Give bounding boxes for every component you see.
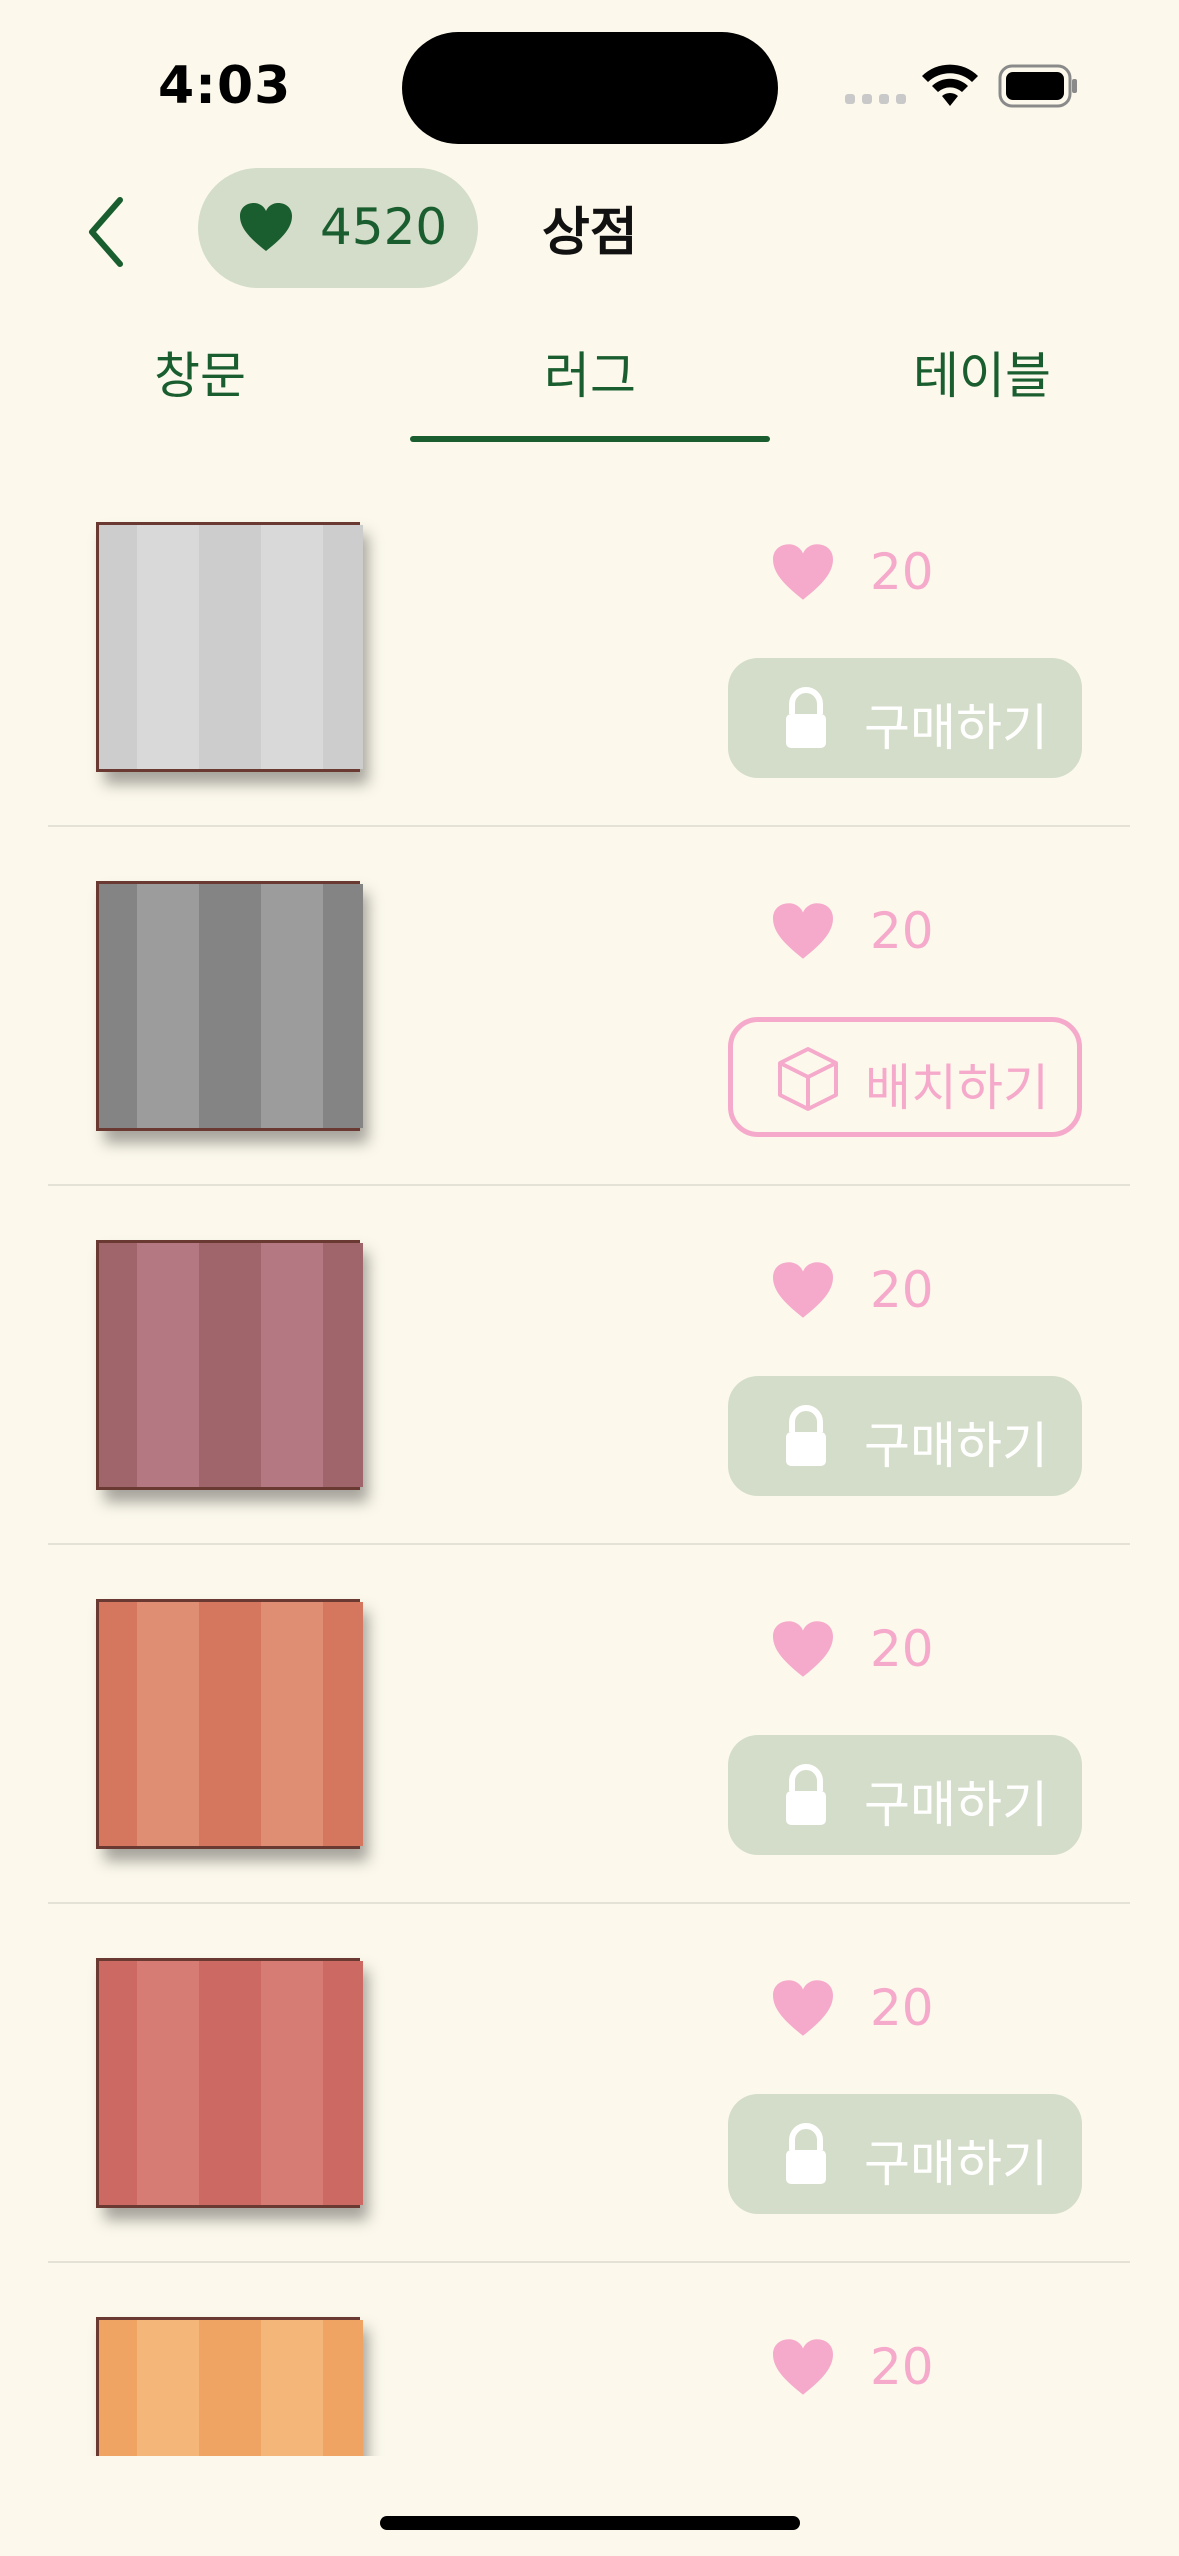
tab-table[interactable]: 테이블 (913, 336, 1051, 408)
rug-stripe (323, 1243, 363, 1487)
battery-icon (998, 64, 1077, 108)
item-price: 20 (770, 2337, 934, 2397)
rug-stripe (323, 884, 363, 1128)
dynamic-island (402, 32, 778, 144)
list-item: 20 구매하기 (48, 1545, 1130, 1904)
heart-icon (773, 544, 833, 600)
hearts-balance: 4520 (198, 168, 478, 288)
price-value: 20 (870, 2338, 934, 2396)
rug-preview (96, 522, 363, 772)
rug-stripe (99, 884, 137, 1128)
rug-preview (96, 1599, 363, 1849)
list-item: 20 구매하기 (48, 1904, 1130, 2263)
tab-selected-indicator (410, 436, 770, 442)
buy-button-label: 구매하기 (864, 2135, 1048, 2193)
wifi-icon (922, 64, 978, 106)
list-item: 20 구매하기 (48, 1186, 1130, 1545)
buy-button-label: 구매하기 (864, 1417, 1048, 1475)
rug-stripe (199, 1602, 261, 1846)
item-list[interactable]: 20 구매하기 20 배치하기 20 구매하기 20 구매하기 20 구매하기 … (48, 468, 1130, 2456)
place-button-label: 배치하기 (865, 1059, 1049, 1117)
rug-preview (96, 881, 363, 1131)
item-price: 20 (770, 1978, 934, 2038)
tab-window[interactable]: 창문 (154, 336, 246, 408)
cellular-signal-icon (845, 94, 906, 104)
price-value: 20 (870, 543, 934, 601)
item-price: 20 (770, 542, 934, 602)
buy-button-label: 구매하기 (864, 699, 1048, 757)
rug-preview (96, 1958, 363, 2208)
rug-stripe (199, 884, 261, 1128)
list-item: 20 구매하기 (48, 468, 1130, 827)
rug-stripe (199, 1243, 261, 1487)
lock-icon (786, 2123, 826, 2184)
heart-icon (773, 2339, 833, 2395)
heart-icon (773, 1980, 833, 2036)
item-price: 20 (770, 1260, 934, 1320)
price-value: 20 (870, 1620, 934, 1678)
rug-stripe (99, 1961, 137, 2205)
lock-icon (786, 687, 826, 748)
heart-icon (773, 903, 833, 959)
rug-preview (96, 2317, 363, 2456)
cube-icon (778, 1047, 838, 1111)
status-bar: 4:03 (0, 0, 1179, 160)
buy-button[interactable]: 구매하기 (728, 1376, 1082, 1496)
rug-stripe (99, 525, 137, 769)
tab-bar: 창문 러그 테이블 (0, 300, 1179, 450)
rug-stripe (323, 2320, 363, 2456)
rug-stripe (99, 2320, 137, 2456)
heart-icon (240, 203, 292, 251)
item-price: 20 (770, 901, 934, 961)
heart-icon (773, 1621, 833, 1677)
hearts-count: 4520 (320, 198, 448, 256)
list-item: 20 배치하기 (48, 827, 1130, 1186)
rug-preview (96, 1240, 363, 1490)
heart-icon (773, 1262, 833, 1318)
buy-button[interactable]: 구매하기 (728, 658, 1082, 778)
rug-stripe (199, 2320, 261, 2456)
buy-button-label: 구매하기 (864, 1776, 1048, 1834)
buy-button[interactable]: 구매하기 (728, 1735, 1082, 1855)
price-value: 20 (870, 1261, 934, 1319)
home-indicator[interactable] (380, 2516, 800, 2530)
back-chevron-icon[interactable] (76, 192, 136, 272)
tab-rug[interactable]: 러그 (544, 336, 636, 408)
rug-stripe (323, 1961, 363, 2205)
rug-stripe (199, 1961, 261, 2205)
list-item: 20 (48, 2263, 1130, 2456)
page-title: 상점 (542, 203, 638, 263)
lock-icon (786, 1405, 826, 1466)
header: 4520 상점 (0, 160, 1179, 300)
rug-stripe (199, 525, 261, 769)
rug-stripe (323, 525, 363, 769)
rug-stripe (99, 1243, 137, 1487)
lock-icon (786, 1764, 826, 1825)
place-button[interactable]: 배치하기 (728, 1017, 1082, 1137)
price-value: 20 (870, 1979, 934, 2037)
rug-stripe (323, 1602, 363, 1846)
rug-stripe (99, 1602, 137, 1846)
buy-button[interactable]: 구매하기 (728, 2094, 1082, 2214)
status-time: 4:03 (158, 56, 292, 116)
price-value: 20 (870, 902, 934, 960)
item-price: 20 (770, 1619, 934, 1679)
